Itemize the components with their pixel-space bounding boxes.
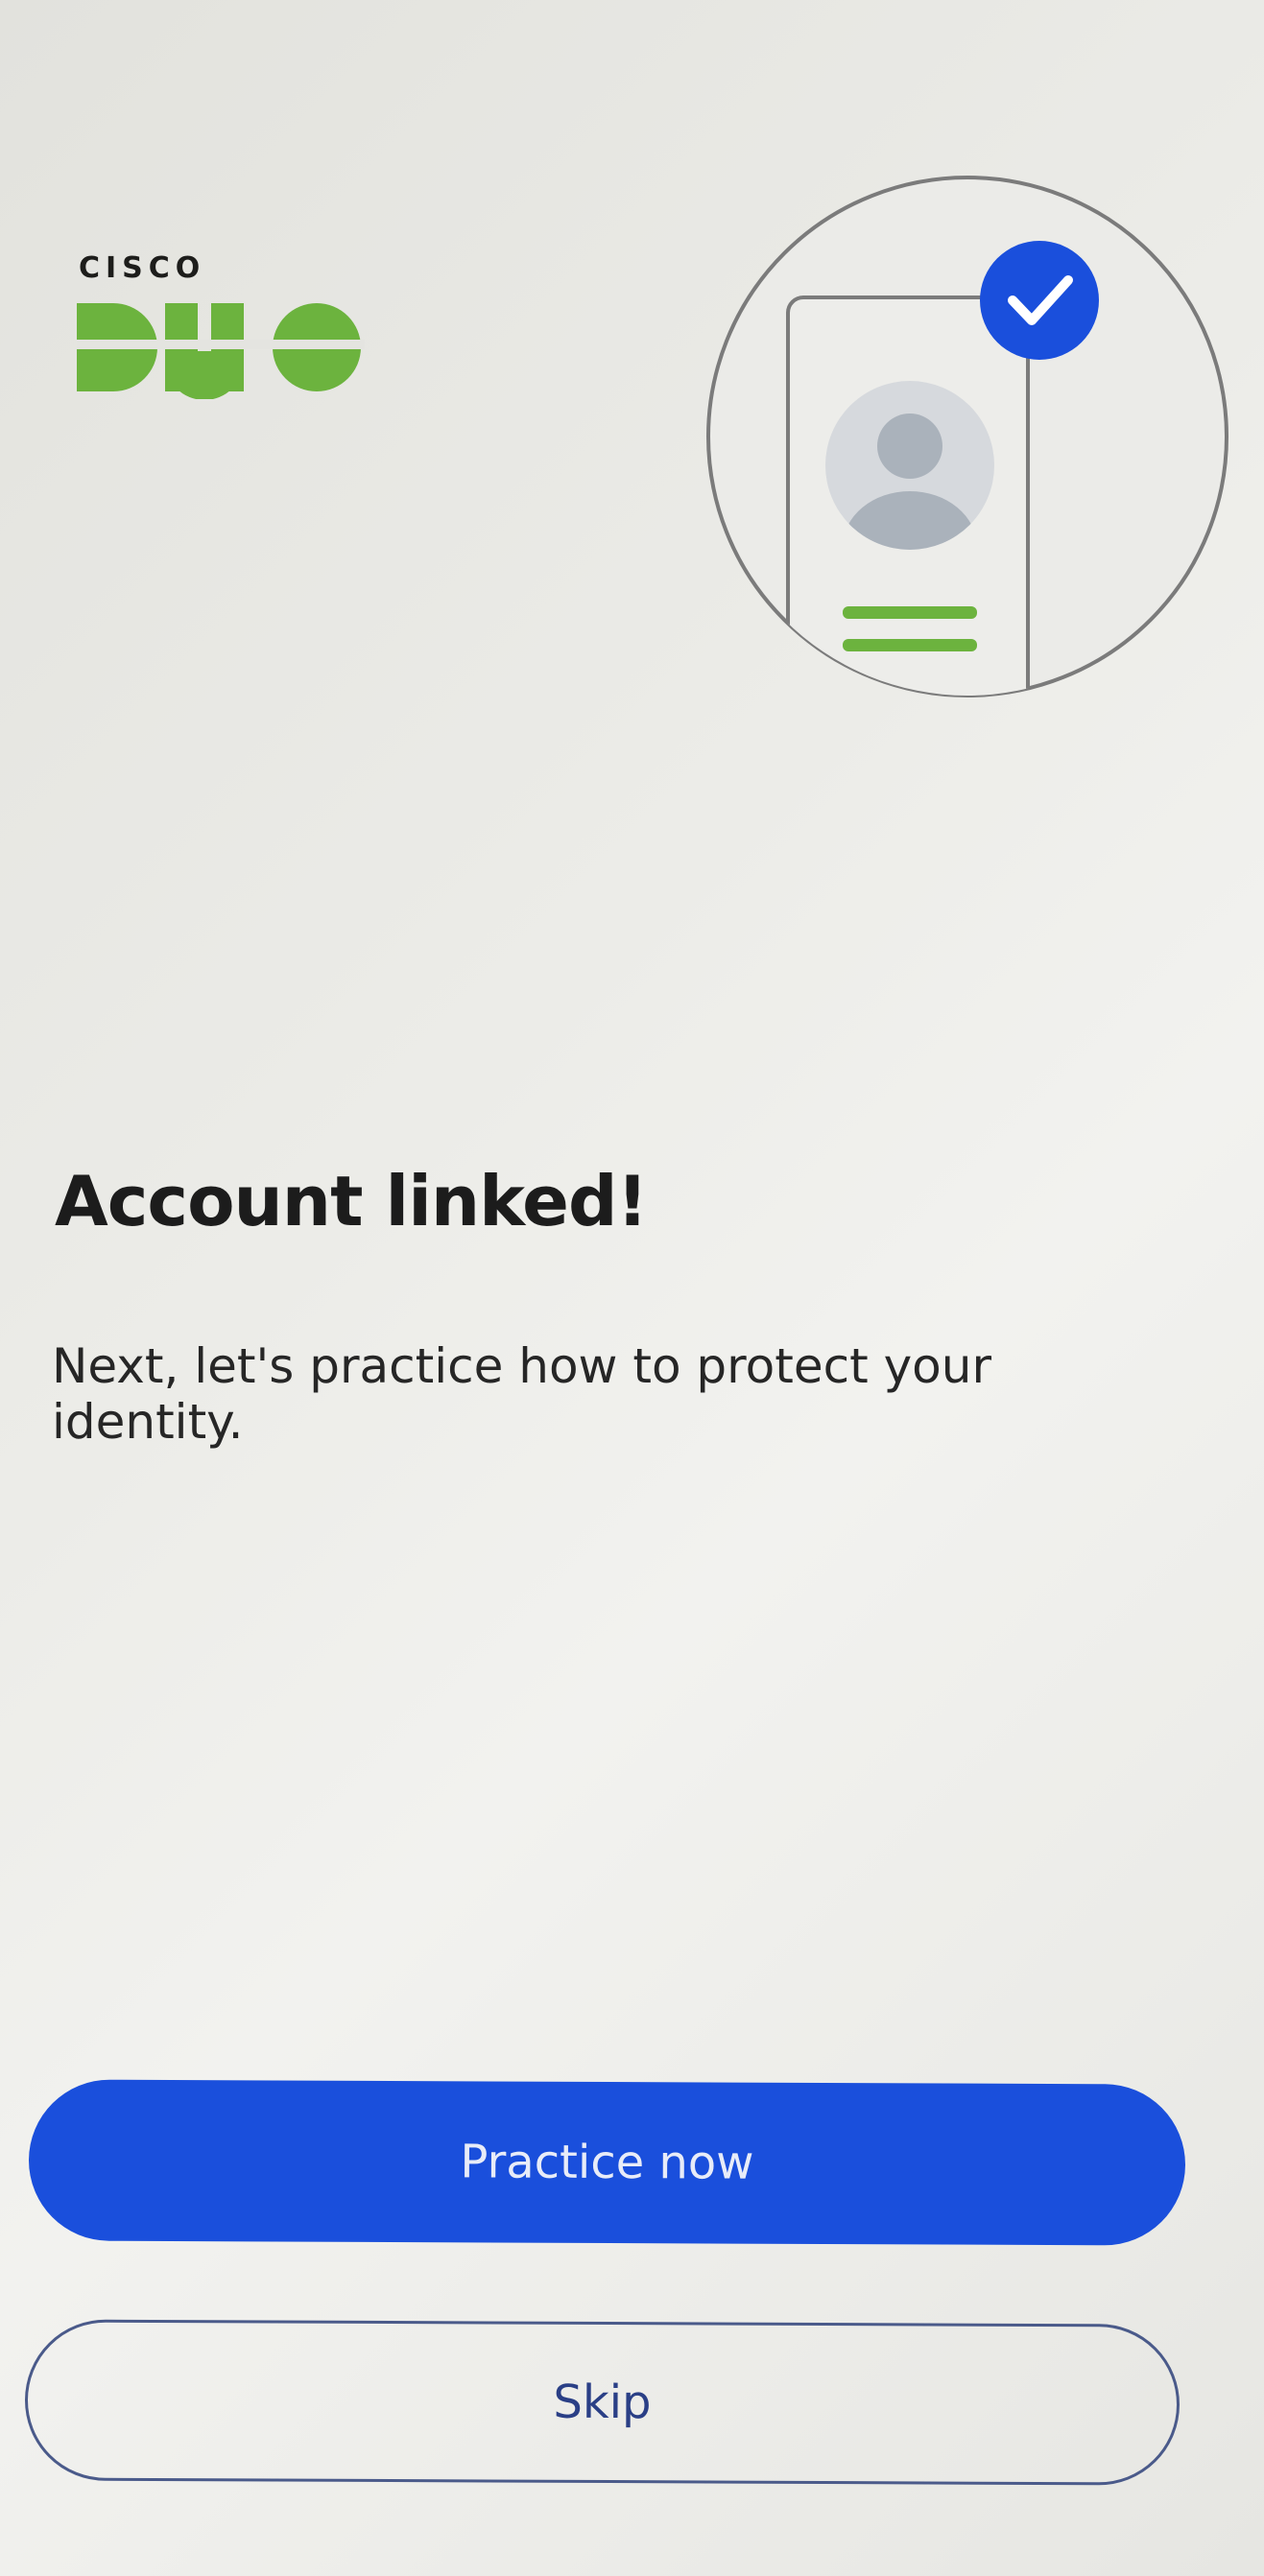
cisco-wordmark: CISCO xyxy=(79,251,206,285)
account-linked-screen: CISCO Account linked! Next, let's practi… xyxy=(0,0,1264,2576)
skip-button[interactable]: Skip xyxy=(24,2319,1181,2486)
practice-now-label: Practice now xyxy=(460,2135,754,2190)
check-badge-icon xyxy=(980,241,1099,360)
phone-with-verified-user-icon xyxy=(706,176,1228,697)
cisco-duo-logo: CISCO xyxy=(77,251,374,405)
page-title: Account linked! xyxy=(55,1161,648,1241)
practice-now-button[interactable]: Practice now xyxy=(28,2079,1186,2246)
page-subtitle: Next, let's practice how to protect your… xyxy=(52,1338,992,1450)
skip-label: Skip xyxy=(553,2375,652,2430)
duo-wordmark xyxy=(77,303,365,399)
